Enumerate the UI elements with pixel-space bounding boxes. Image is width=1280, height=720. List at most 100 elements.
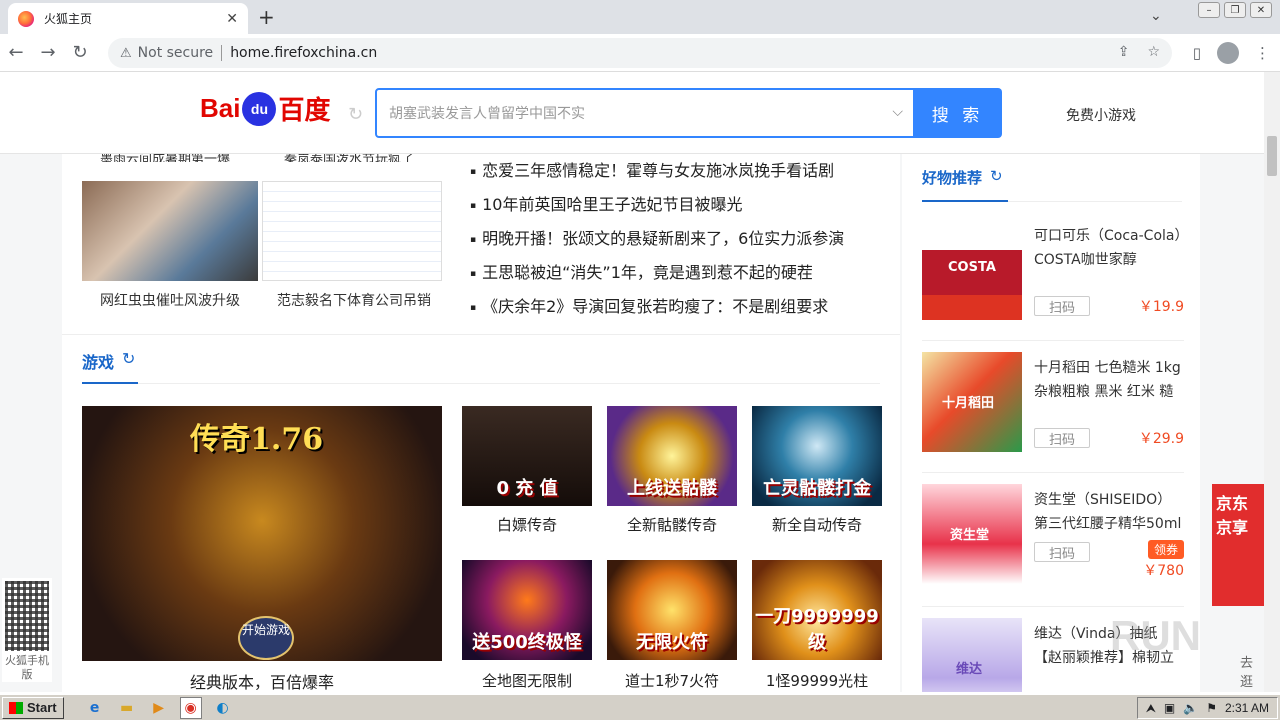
product-image[interactable]: 维达 <box>922 618 1022 692</box>
volume-icon[interactable]: 🔈 <box>1183 701 1198 715</box>
game-caption[interactable]: 道士1秒7火符 <box>607 670 737 691</box>
media-player-icon[interactable]: ▶ <box>148 697 170 719</box>
game-tile-text: 上线送骷髅 <box>627 478 717 499</box>
headline-item[interactable]: 恋爱三年感情稳定！霍尊与女友施冰岚挽手看话剧 <box>470 154 890 188</box>
headline-item[interactable]: 《庆余年2》导演回复张若昀瘦了：不是剧组要求 <box>470 290 890 324</box>
start-label: Start <box>27 700 57 715</box>
not-secure-label[interactable]: Not secure <box>138 45 214 61</box>
product-image[interactable]: COSTA <box>922 220 1022 320</box>
product-name[interactable]: 十月稻田 七色糙米 1kg 杂粮粗粮 黑米 红米 糙 <box>1034 356 1184 404</box>
close-window-button[interactable]: ✕ <box>1250 2 1272 18</box>
products-section-title[interactable]: 好物推荐 <box>922 167 982 188</box>
news-caption[interactable]: 范志毅名下体育公司吊销 <box>264 290 444 310</box>
section-divider <box>62 334 900 335</box>
refresh-icon[interactable]: ↻ <box>122 349 135 368</box>
game-tile[interactable]: 上线送骷髅 <box>607 406 737 506</box>
refresh-icon[interactable]: ↻ <box>990 167 1003 185</box>
watermark-text: RUN <box>1110 612 1201 659</box>
section-underline <box>82 382 138 384</box>
back-button[interactable]: ← <box>0 42 32 63</box>
main-content: 墨雨云间成暑期第一爆 秦岚泰国泼水节玩疯了 网红虫虫催吐风波升级 范志毅名下体育… <box>62 152 900 692</box>
baidu-logo[interactable]: Bai du 百度 <box>200 90 330 127</box>
product-image[interactable]: 资生堂 <box>922 484 1022 584</box>
jd-float-ad[interactable]: 京东京享 <box>1212 484 1264 606</box>
news-thumbnail[interactable] <box>82 181 258 281</box>
product-price: ￥19.9 <box>1138 299 1184 315</box>
share-icon[interactable]: ⇪ <box>1118 44 1130 60</box>
start-button[interactable]: Start <box>2 696 64 719</box>
minimize-button[interactable]: – <box>1198 2 1220 18</box>
game-tile[interactable]: 一刀9999999级 <box>752 560 882 660</box>
free-games-link[interactable]: 免费小游戏 <box>1066 105 1136 125</box>
folder-icon[interactable]: ▬ <box>116 697 138 719</box>
reload-button[interactable]: ↻ <box>64 42 96 63</box>
game-tile[interactable]: 无限火符 <box>607 560 737 660</box>
games-section-title[interactable]: 游戏 <box>82 349 114 373</box>
close-tab-icon[interactable]: ✕ <box>226 11 238 27</box>
headline-item[interactable]: 王思聪被迫“消失”1年，竟是遇到惹不起的硬茬 <box>470 256 890 290</box>
web-page: Bai du 百度 ↻ 胡塞武装发言人曾留学中国不实 ⌵ 搜 索 免费小游戏 墨… <box>0 72 1264 692</box>
windows-flag-icon <box>9 701 23 714</box>
game-tile-text: 亡灵骷髅打金 <box>763 478 871 499</box>
game-caption[interactable]: 1怪99999光柱 <box>752 670 882 691</box>
browser-tab[interactable]: 火狐主页 ✕ <box>8 3 248 34</box>
scan-button[interactable]: 扫码 <box>1034 428 1090 448</box>
game-caption[interactable]: 全新骷髅传奇 <box>607 514 737 535</box>
search-button[interactable]: 搜 索 <box>913 88 1002 138</box>
scan-button[interactable]: 扫码 <box>1034 542 1090 562</box>
url-text[interactable]: home.firefoxchina.cn <box>230 45 377 61</box>
forward-button[interactable]: → <box>32 42 64 63</box>
loading-icon: ↻ <box>348 104 364 125</box>
search-input[interactable]: 胡塞武装发言人曾留学中国不实 ⌵ <box>375 88 915 138</box>
tab-title: 火狐主页 <box>44 12 93 26</box>
scrollbar-thumb[interactable] <box>1267 136 1277 176</box>
new-tab-button[interactable]: + <box>258 5 275 29</box>
product-divider <box>922 340 1184 341</box>
product-item[interactable]: COSTA 可口可乐（Coca-Cola）COSTA咖世家醇 扫码 ￥19.9 <box>922 220 1184 320</box>
news-thumbnail[interactable] <box>262 181 442 281</box>
scan-button[interactable]: 扫码 <box>1034 296 1090 316</box>
clock[interactable]: 2:31 AM <box>1225 701 1269 715</box>
edge-icon[interactable]: ◐ <box>212 697 234 719</box>
game-caption[interactable]: 全地图无限制 <box>462 670 592 691</box>
product-item[interactable]: 资生堂 资生堂（SHISEIDO）第三代红腰子精华50ml 扫码 领券 ￥780 <box>922 484 1184 584</box>
product-image[interactable]: 十月稻田 <box>922 352 1022 452</box>
game-caption[interactable]: 白嫖传奇 <box>462 514 592 535</box>
mobile-qr-widget[interactable]: 火狐手机版 <box>2 578 52 682</box>
warning-icon[interactable]: ⚠ <box>120 46 132 61</box>
product-name[interactable]: 资生堂（SHISEIDO）第三代红腰子精华50ml <box>1034 488 1184 536</box>
game-banner-large[interactable]: 传奇1.76 开始游戏 <box>82 406 442 661</box>
start-game-badge[interactable]: 开始游戏 <box>238 616 294 660</box>
product-item[interactable]: 十月稻田 十月稻田 七色糙米 1kg 杂粮粗粮 黑米 红米 糙 扫码 ￥29.9 <box>922 352 1184 452</box>
game-caption-large[interactable]: 经典版本，百倍爆率 <box>82 669 442 692</box>
side-panel-icon[interactable]: ▯ <box>1193 44 1201 62</box>
chevron-down-icon[interactable]: ⌵ <box>892 104 903 120</box>
address-separator <box>221 45 223 61</box>
browser-menu-icon[interactable]: ⋮ <box>1255 44 1270 62</box>
bookmark-star-icon[interactable]: ☆ <box>1147 44 1160 60</box>
logo-bai: Bai <box>200 93 241 123</box>
tray-arrow-icon[interactable]: ⮝ <box>1146 701 1156 716</box>
qr-label: 火狐手机版 <box>5 654 49 681</box>
chrome-icon[interactable]: ◉ <box>179 696 202 719</box>
go-shopping-link[interactable]: 去逛 <box>1240 652 1264 690</box>
tab-search-icon[interactable]: ⌄ <box>1150 8 1162 24</box>
product-name[interactable]: 可口可乐（Coca-Cola）COSTA咖世家醇 <box>1034 224 1184 272</box>
game-caption[interactable]: 新全自动传奇 <box>752 514 882 535</box>
address-bar[interactable]: ⚠ Not secure home.firefoxchina.cn ⇪ ☆ <box>108 38 1172 68</box>
page-scrollbar[interactable] <box>1264 72 1280 692</box>
coupon-badge[interactable]: 领券 <box>1147 540 1184 559</box>
restore-button[interactable]: ❐ <box>1224 2 1246 18</box>
game-tile[interactable]: 亡灵骷髅打金 <box>752 406 882 506</box>
logo-chinese: 百度 <box>278 95 331 125</box>
game-tile[interactable]: 0 充 值 <box>462 406 592 506</box>
headline-item[interactable]: 明晚开播！张颂文的悬疑新剧来了，6位实力派参演 <box>470 222 890 256</box>
flag-icon[interactable]: ⚑ <box>1206 701 1217 715</box>
game-tile[interactable]: 送500终极怪 <box>462 560 592 660</box>
network-icon[interactable]: ▣ <box>1164 701 1175 715</box>
news-caption[interactable]: 网红虫虫催吐风波升级 <box>80 290 260 310</box>
ie-icon[interactable]: e <box>84 697 106 719</box>
product-image-text: COSTA <box>948 260 996 275</box>
profile-avatar-icon[interactable] <box>1217 42 1239 64</box>
headline-item[interactable]: 10年前英国哈里王子选妃节目被曝光 <box>470 188 890 222</box>
